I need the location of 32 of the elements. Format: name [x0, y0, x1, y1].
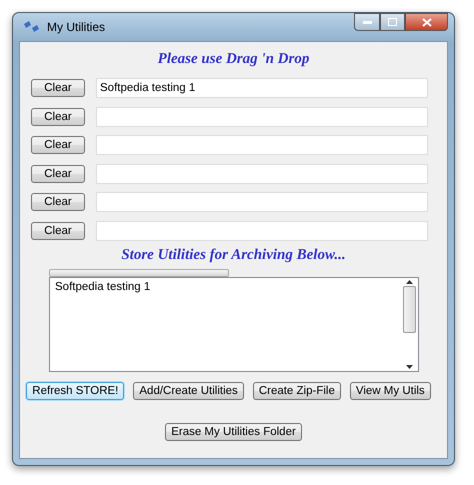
- clear-button[interactable]: Clear: [31, 136, 85, 154]
- scroll-down-icon[interactable]: [406, 365, 413, 369]
- maximize-icon: [388, 18, 397, 26]
- button[interactable]: Create Zip-File: [252, 382, 341, 400]
- input-field[interactable]: [96, 164, 428, 184]
- clear-button[interactable]: Clear: [31, 79, 85, 98]
- list-item[interactable]: Softpedia testing 1: [55, 281, 396, 293]
- scroll-up-icon[interactable]: [406, 280, 413, 284]
- button[interactable]: Add/Create Utilities: [133, 382, 244, 400]
- input-field[interactable]: [96, 220, 428, 241]
- input-field[interactable]: [96, 135, 428, 156]
- list-box[interactable]: Softpedia testing 1: [49, 277, 419, 372]
- close-icon: [422, 18, 432, 26]
- input-field[interactable]: [96, 106, 428, 127]
- window-title: My Utilities: [47, 20, 106, 34]
- input-field[interactable]: Softpedia testing 1: [96, 78, 428, 98]
- app-icon: [23, 20, 41, 34]
- minimize-icon: [362, 20, 372, 24]
- clear-button[interactable]: Clear: [31, 193, 85, 212]
- button[interactable]: Erase My Utilities Folder: [165, 423, 302, 441]
- scrollbar-thumb[interactable]: [403, 286, 416, 333]
- clear-button[interactable]: Clear: [31, 164, 85, 183]
- maximize-button[interactable]: [380, 13, 405, 31]
- minimize-button[interactable]: [354, 13, 380, 31]
- button[interactable]: Refresh STORE!: [26, 382, 124, 400]
- heading: Store Utilities for Archiving Below...: [121, 247, 346, 264]
- close-button[interactable]: [405, 13, 448, 31]
- clear-button[interactable]: Clear: [31, 108, 85, 126]
- clear-button[interactable]: Clear: [31, 222, 85, 240]
- input-field[interactable]: [96, 192, 428, 212]
- heading: Please use Drag 'n Drop: [158, 51, 310, 68]
- button[interactable]: View My Utils: [350, 382, 431, 400]
